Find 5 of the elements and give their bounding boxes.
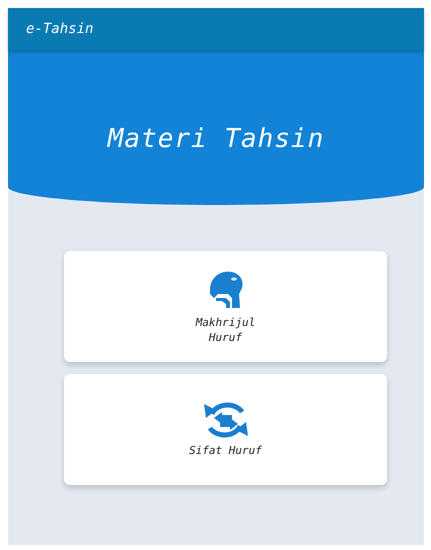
- page-title: Materi Tahsin: [108, 122, 324, 154]
- menu-card[interactable]: Sifat Huruf: [64, 374, 387, 485]
- exchange-arrows-icon: [202, 400, 250, 440]
- menu-card[interactable]: Makhrijul Huruf: [64, 251, 387, 362]
- app-title: e-Tahsin: [26, 21, 94, 37]
